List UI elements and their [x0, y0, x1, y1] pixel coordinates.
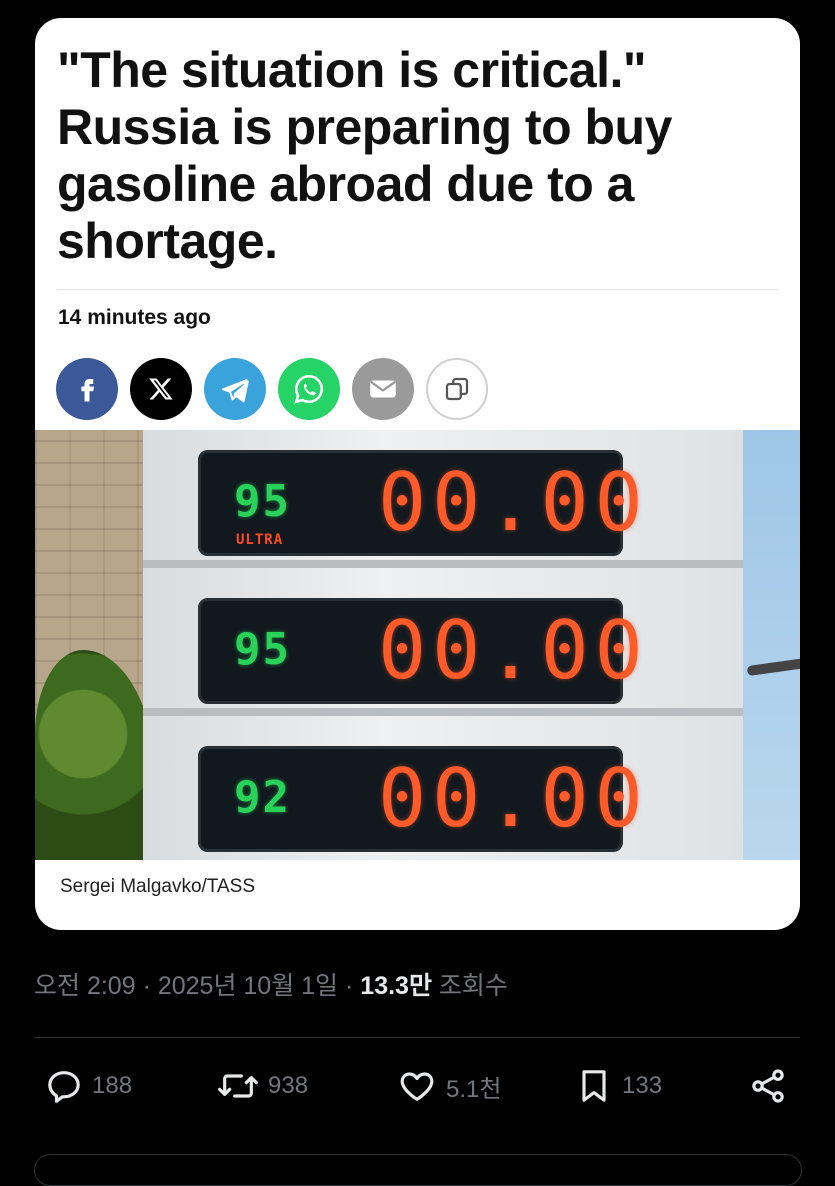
- price-panel: 95 00.00: [198, 598, 643, 704]
- bookmark-icon: [582, 1070, 606, 1102]
- article-time-ago: 14 minutes ago: [58, 306, 211, 329]
- action-bar: 188 938 5.1천 133: [0, 1066, 835, 1110]
- x-share-button[interactable]: [130, 358, 192, 420]
- fuel-grade: 95: [234, 624, 291, 675]
- whatsapp-icon: [294, 374, 323, 404]
- meta-separator: ·: [142, 972, 151, 1000]
- fuel-price: 00.00: [378, 752, 649, 845]
- divider: [57, 289, 778, 290]
- post-time[interactable]: 오전 2:09: [34, 972, 136, 1000]
- post-meta: 오전 2:09 · 2025년 10월 1일 · 13.3만 조회수: [34, 966, 508, 1002]
- fuel-price: 00.00: [378, 456, 649, 549]
- fuel-price-sign: 95 ULTRA 00.00 95 00.00 92 00.00: [143, 430, 743, 860]
- views-label: 조회수: [438, 972, 508, 1000]
- copy-icon: [445, 377, 469, 401]
- heart-icon: [400, 1072, 434, 1101]
- repost-count: 938: [268, 1072, 309, 1099]
- email-share-button[interactable]: [352, 358, 414, 420]
- sign-rib: [143, 560, 743, 568]
- whatsapp-share-button[interactable]: [278, 358, 340, 420]
- reply-icon: [48, 1071, 80, 1103]
- divider: [34, 1037, 800, 1038]
- facebook-icon: [81, 379, 94, 402]
- share-icon: [752, 1069, 784, 1103]
- like-count: 5.1천: [446, 1075, 502, 1103]
- telegram-share-button[interactable]: [204, 358, 266, 420]
- price-panel: 92 00.00: [198, 746, 643, 852]
- photo-credit: Sergei Malgavko/TASS: [60, 876, 256, 897]
- x-icon: [149, 378, 173, 400]
- fuel-grade: 92: [234, 772, 291, 823]
- price-panel: 95 ULTRA 00.00: [198, 450, 643, 556]
- meta-separator: ·: [345, 972, 354, 1000]
- fuel-price: 00.00: [378, 604, 649, 697]
- sign-rib: [143, 708, 743, 716]
- repost-button[interactable]: 938: [216, 1066, 308, 1106]
- views-count: 13.3만: [360, 972, 432, 1000]
- fuel-grade: 95: [234, 476, 291, 527]
- post-date[interactable]: 2025년 10월 1일: [158, 972, 338, 1000]
- reply-count: 188: [92, 1072, 133, 1099]
- reply-button[interactable]: 188: [44, 1066, 132, 1106]
- article-headline: "The situation is critical." Russia is p…: [57, 42, 672, 269]
- email-icon: [370, 380, 396, 398]
- sky: [740, 430, 800, 860]
- telegram-icon: [221, 378, 249, 403]
- copy-link-button[interactable]: [426, 358, 488, 420]
- share-buttons-row: [56, 358, 488, 420]
- article-photo[interactable]: 95 ULTRA 00.00 95 00.00 92 00.00: [35, 430, 800, 860]
- share-button[interactable]: [748, 1066, 788, 1106]
- reply-composer-bar[interactable]: [34, 1154, 802, 1186]
- bookmark-count: 133: [622, 1072, 663, 1099]
- quoted-article-card[interactable]: "The situation is critical." Russia is p…: [35, 18, 800, 930]
- repost-icon: [218, 1074, 258, 1098]
- bookmark-button[interactable]: 133: [574, 1066, 662, 1106]
- like-button[interactable]: 5.1천: [396, 1066, 501, 1106]
- fuel-sublabel: ULTRA: [236, 532, 284, 548]
- facebook-share-button[interactable]: [56, 358, 118, 420]
